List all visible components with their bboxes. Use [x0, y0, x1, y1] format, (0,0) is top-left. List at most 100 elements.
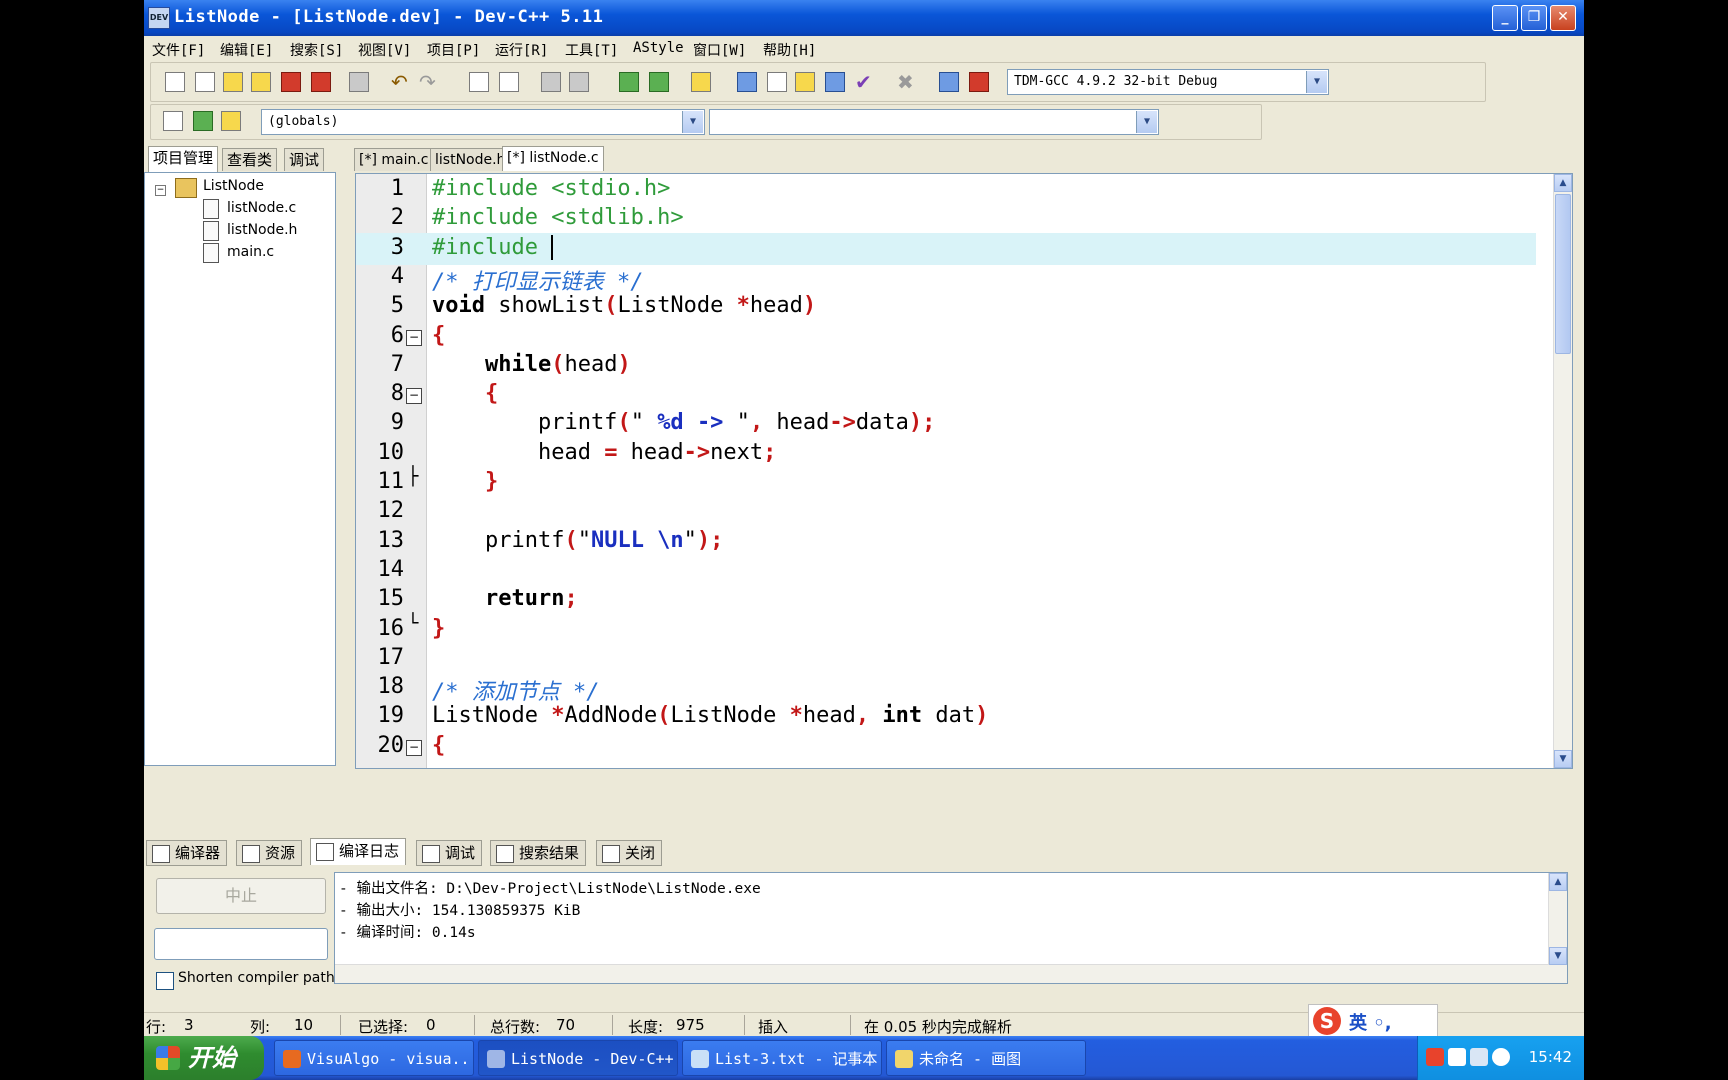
- unindent-icon[interactable]: [569, 72, 589, 92]
- tab-debug[interactable]: 调试: [284, 148, 325, 171]
- scroll-down-icon[interactable]: ▼: [1554, 750, 1572, 768]
- goto-icon[interactable]: [193, 111, 213, 131]
- task-paint[interactable]: 未命名 - 画图: [886, 1040, 1086, 1076]
- syntax-check-icon[interactable]: ✔: [855, 70, 872, 94]
- fold-toggle-icon[interactable]: −: [406, 388, 422, 405]
- run-icon[interactable]: [767, 72, 787, 92]
- code-line[interactable]: 13 printf("NULL \n");: [356, 526, 1536, 558]
- save-icon[interactable]: [223, 72, 243, 92]
- fold-toggle-icon[interactable]: −: [406, 329, 422, 346]
- chevron-down-icon[interactable]: ▼: [682, 111, 703, 133]
- code-line[interactable]: 2 #include <stdlib.h>: [356, 203, 1536, 235]
- tab-project[interactable]: 项目管理: [148, 146, 219, 173]
- tab-resources[interactable]: 资源: [236, 840, 303, 866]
- code-line[interactable]: 14: [356, 555, 1536, 587]
- bookmark-icon[interactable]: [221, 111, 241, 131]
- save-all-icon[interactable]: [251, 72, 271, 92]
- sogou-tray-icon[interactable]: [1426, 1048, 1444, 1066]
- close-all-icon[interactable]: [311, 72, 331, 92]
- project-options-icon[interactable]: [691, 72, 711, 92]
- code-line[interactable]: 18/* 添加节点 */: [356, 672, 1536, 705]
- code-line[interactable]: 7 while(head): [356, 350, 1536, 382]
- project-node[interactable]: ListNode: [203, 178, 264, 194]
- stop-execution-icon[interactable]: ✖: [897, 70, 914, 94]
- code-line[interactable]: 1 #include <stdio.h>: [356, 174, 1536, 206]
- print-icon[interactable]: [349, 72, 369, 92]
- undo-icon[interactable]: ↶: [391, 70, 408, 94]
- scroll-down-icon[interactable]: ▼: [1549, 947, 1567, 965]
- tree-file-listnode-c[interactable]: listNode.c: [227, 200, 296, 216]
- rebuild-icon[interactable]: [825, 72, 845, 92]
- code-line[interactable]: 6−{: [356, 321, 1536, 353]
- task-visualgo[interactable]: VisuAlgo - visua...: [274, 1040, 474, 1076]
- compiler-select[interactable]: TDM-GCC 4.9.2 32-bit Debug ▼: [1007, 69, 1329, 95]
- tab-compiler[interactable]: 编译器: [146, 840, 228, 866]
- tab-listnode-h[interactable]: listNode.h: [430, 148, 511, 171]
- fold-toggle-icon[interactable]: −: [406, 739, 422, 756]
- vertical-scrollbar[interactable]: ▲ ▼: [1553, 174, 1572, 768]
- code-line[interactable]: 8− {: [356, 379, 1536, 411]
- menu-view[interactable]: 视图[V]: [358, 40, 411, 60]
- start-button[interactable]: 开始: [144, 1036, 264, 1080]
- code-line[interactable]: 20−{: [356, 731, 1536, 763]
- minimize-button[interactable]: _: [1492, 5, 1518, 31]
- menu-help[interactable]: 帮助[H]: [763, 40, 816, 60]
- close-file-icon[interactable]: [281, 72, 301, 92]
- shorten-paths-checkbox[interactable]: [156, 972, 174, 990]
- tree-file-listnode-h[interactable]: listNode.h: [227, 222, 297, 238]
- indent-icon[interactable]: [541, 72, 561, 92]
- menu-tools[interactable]: 工具[T]: [565, 40, 618, 60]
- open-file-icon[interactable]: [195, 72, 215, 92]
- redo-icon[interactable]: ↷: [419, 70, 436, 94]
- menu-edit[interactable]: 编辑[E]: [220, 40, 273, 60]
- scroll-thumb[interactable]: [1555, 194, 1571, 354]
- compile-icon[interactable]: [737, 72, 757, 92]
- menu-project[interactable]: 项目[P]: [427, 40, 480, 60]
- log-horizontal-scrollbar[interactable]: [335, 964, 1549, 983]
- code-line[interactable]: 9 printf(" %d -> ", head->data);: [356, 408, 1536, 440]
- code-editor[interactable]: 1 #include <stdio.h> 2 #include <stdlib.h> 3…: [355, 173, 1573, 769]
- title-bar[interactable]: DEV ListNode - [ListNode.dev] - Dev-C++ …: [144, 0, 1584, 36]
- chevron-down-icon[interactable]: ▼: [1306, 71, 1327, 93]
- find-icon[interactable]: [469, 72, 489, 92]
- ime-language[interactable]: 英 ◦,: [1349, 1009, 1392, 1035]
- tab-debug-output[interactable]: 调试: [416, 840, 483, 866]
- collapse-icon[interactable]: −: [155, 185, 166, 196]
- code-line[interactable]: 16 └}: [356, 614, 1536, 646]
- menu-file[interactable]: 文件[F]: [152, 40, 205, 60]
- function-select[interactable]: ▼: [709, 109, 1159, 135]
- log-vertical-scrollbar[interactable]: ▲ ▼: [1548, 873, 1567, 983]
- code-line[interactable]: 12: [356, 496, 1536, 528]
- task-notepad[interactable]: List-3.txt - 记事本: [682, 1040, 882, 1076]
- remove-from-project-icon[interactable]: [649, 72, 669, 92]
- compile-log[interactable]: - 输出文件名: D:\Dev-Project\ListNode\ListNod…: [334, 872, 1568, 984]
- arrow-left-icon[interactable]: [1492, 1048, 1510, 1066]
- menu-window[interactable]: 窗口[W]: [693, 40, 746, 60]
- menu-search[interactable]: 搜索[S]: [290, 40, 343, 60]
- profile-icon[interactable]: [939, 72, 959, 92]
- chevron-down-icon[interactable]: ▼: [1136, 111, 1157, 133]
- help-icon[interactable]: [1448, 1048, 1466, 1066]
- new-file-icon[interactable]: [165, 72, 185, 92]
- scroll-up-icon[interactable]: ▲: [1554, 174, 1572, 192]
- replace-icon[interactable]: [499, 72, 519, 92]
- tab-close[interactable]: 关闭: [596, 840, 663, 866]
- tab-classes[interactable]: 查看类: [222, 148, 278, 171]
- scroll-up-icon[interactable]: ▲: [1549, 873, 1567, 891]
- tree-file-main-c[interactable]: main.c: [227, 244, 274, 260]
- add-to-project-icon[interactable]: [619, 72, 639, 92]
- tab-listnode-c[interactable]: [*] listNode.c: [502, 146, 604, 171]
- code-line[interactable]: 3 #include ​: [356, 232, 1536, 265]
- menu-astyle[interactable]: AStyle: [633, 40, 684, 56]
- close-button[interactable]: ✕: [1550, 5, 1576, 31]
- ime-toolbar[interactable]: S 英 ◦,: [1308, 1004, 1438, 1038]
- tab-compile-log[interactable]: 编译日志: [310, 838, 407, 865]
- task-devcpp[interactable]: ListNode - Dev-C++: [478, 1040, 678, 1076]
- code-line[interactable]: 15 return;: [356, 584, 1536, 616]
- code-line[interactable]: 19 ListNode *AddNode(ListNode *head, int …: [356, 701, 1536, 733]
- code-line[interactable]: 17: [356, 643, 1536, 675]
- insert-icon[interactable]: [163, 111, 183, 131]
- restore-button[interactable]: ❐: [1521, 5, 1547, 31]
- scope-select[interactable]: (globals) ▼: [261, 109, 705, 135]
- code-line[interactable]: 4/* 打印显示链表 */: [356, 262, 1536, 295]
